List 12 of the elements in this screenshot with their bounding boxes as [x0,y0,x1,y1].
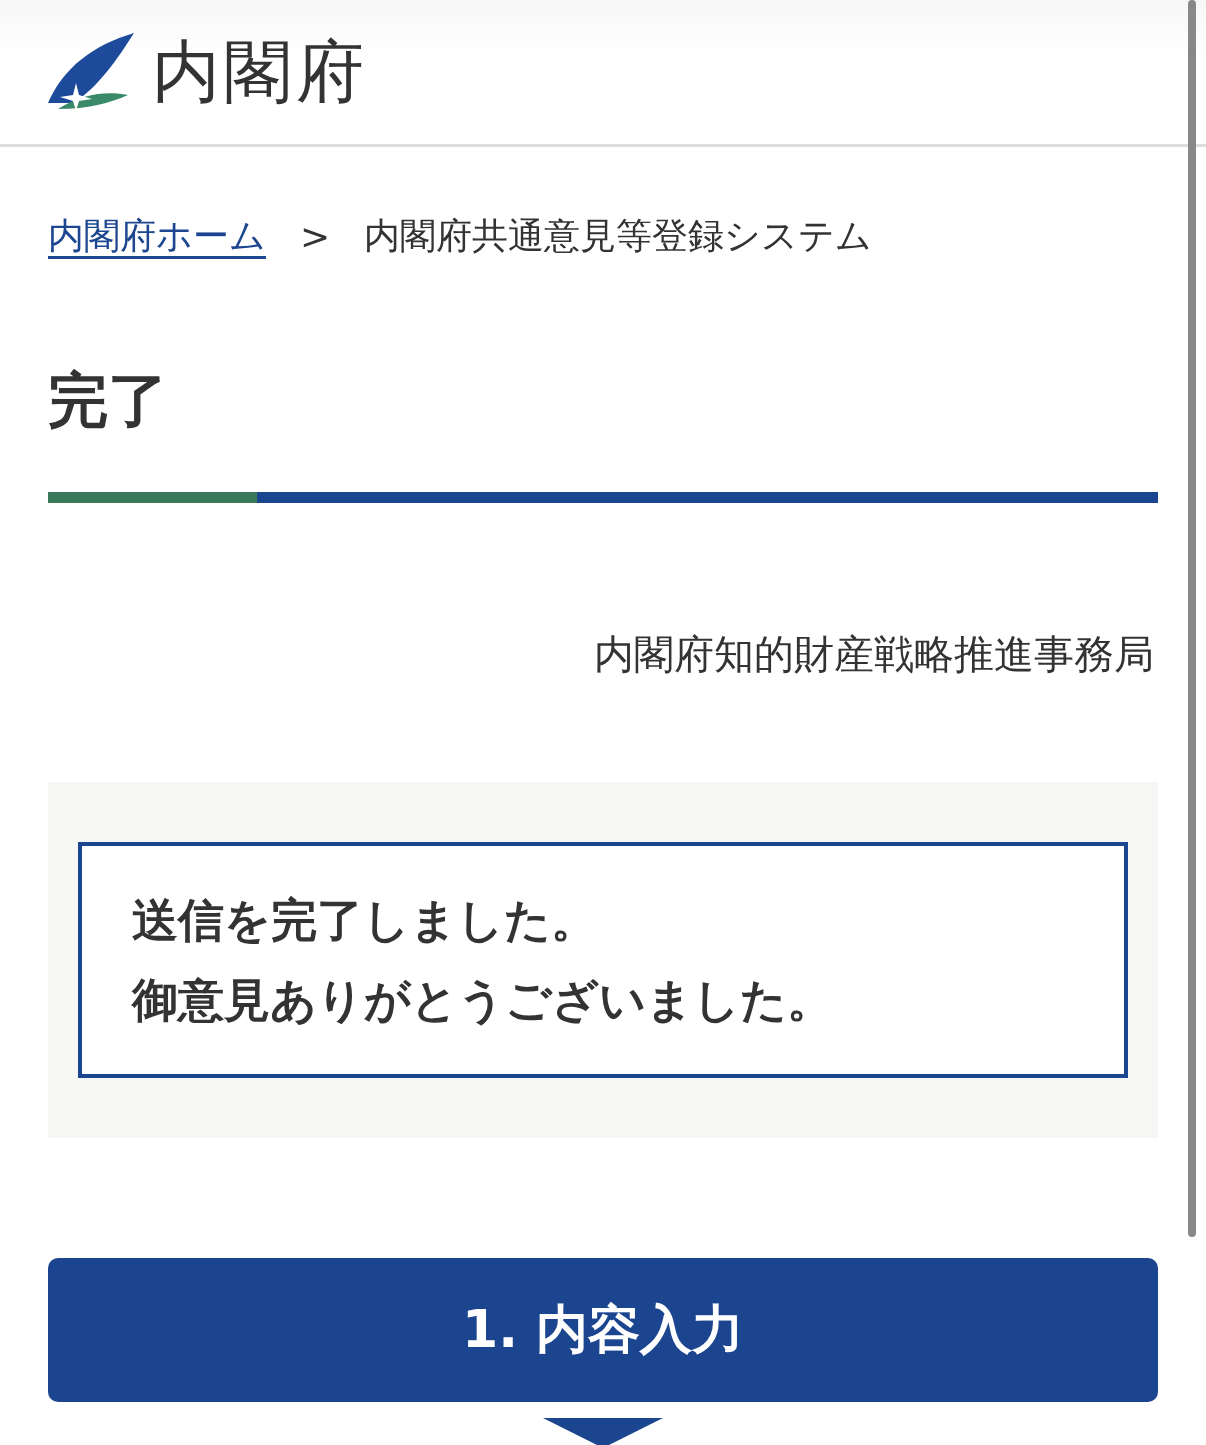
page-heading: 完了 [48,364,169,437]
breadcrumb-link[interactable]: 内閣府ホーム [48,211,266,261]
leaf-logo-icon [48,33,134,111]
breadcrumb-current: 内閣府共通意見等登録システム [364,213,873,258]
organization-name: 内閣府知的財産戦略推進事務局 [593,630,1154,679]
scrollbar[interactable] [1188,0,1196,1237]
message-text: 御意見ありがとうございました。 [132,972,834,1029]
step-button[interactable]: 1. 内容入力 [48,1258,1158,1402]
message-text: 送信を完了しました。 [132,892,598,949]
breadcrumb-separator: > [300,215,331,257]
site-title: 内閣府 [152,30,368,113]
down-arrow-icon [543,1418,663,1445]
